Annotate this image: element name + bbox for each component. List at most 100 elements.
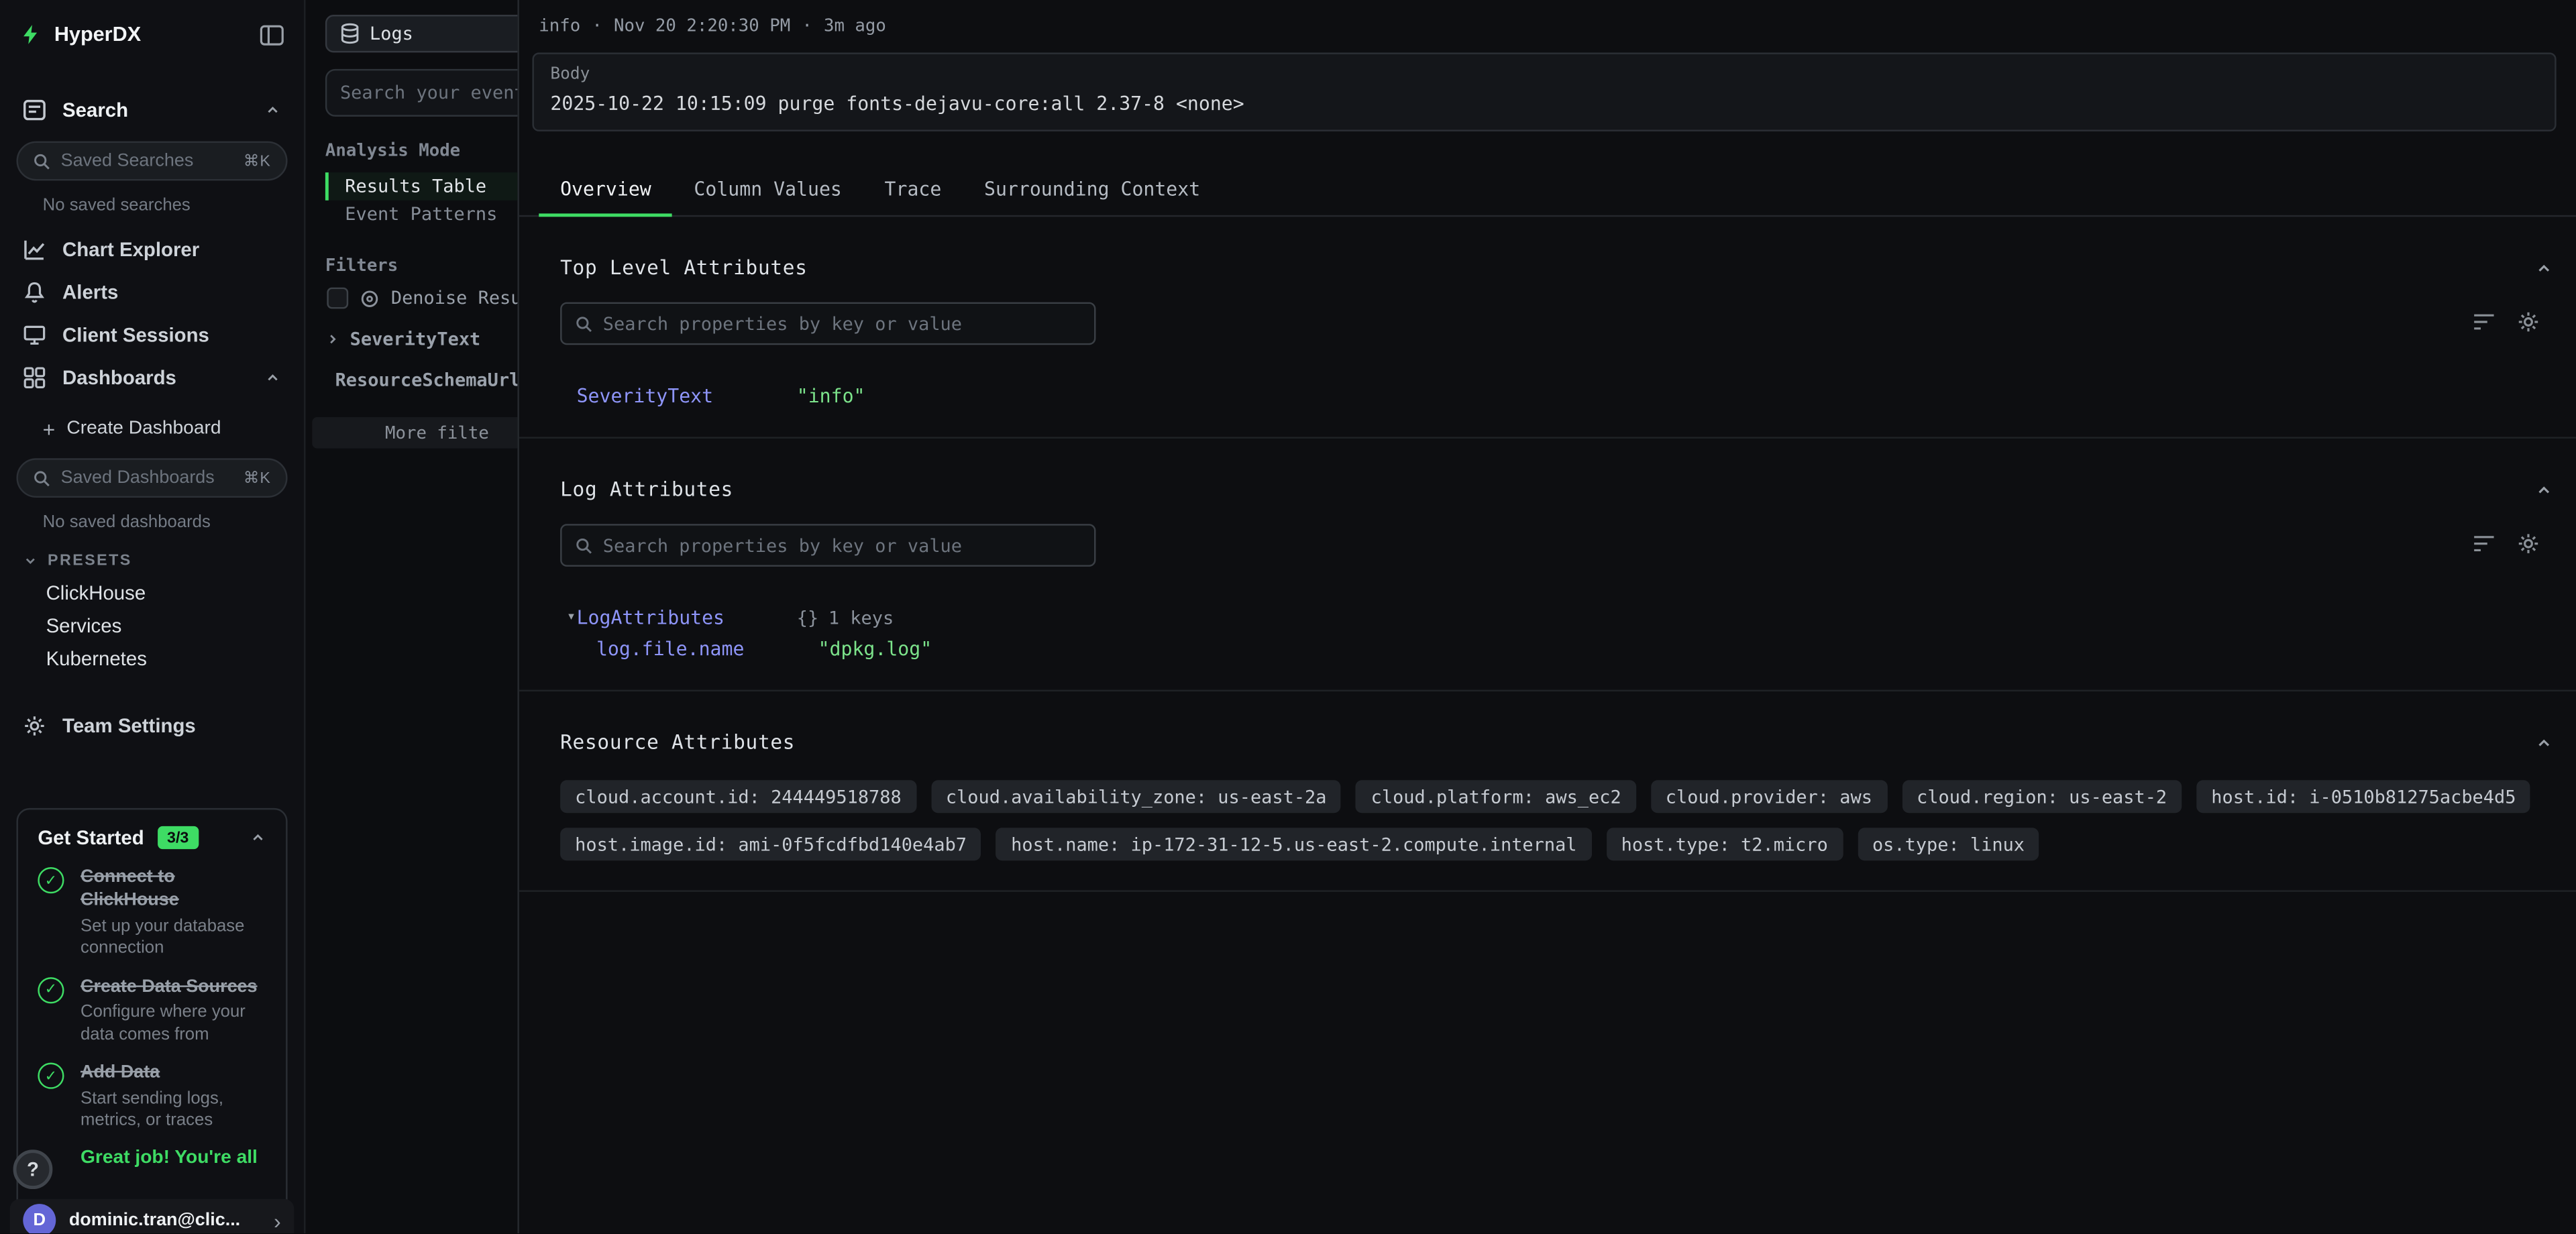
- resource-chip[interactable]: cloud.account.id: 244449518788: [560, 780, 916, 813]
- saved-dashboards-search[interactable]: ⌘K: [16, 458, 287, 498]
- attribute-row: log.file.name "dpkg.log": [519, 637, 2576, 660]
- attribute-row: SeverityText "info": [519, 384, 2576, 407]
- filter-group-severitytext[interactable]: SeverityText: [325, 329, 518, 350]
- tab-trace[interactable]: Trace: [863, 168, 963, 215]
- sidebar-item-alerts[interactable]: Alerts: [0, 271, 304, 314]
- source-selector-label: Logs: [370, 23, 413, 44]
- sidebar-item-services[interactable]: Services: [0, 610, 304, 642]
- search-icon: [575, 315, 593, 333]
- resource-chip[interactable]: host.id: i-0510b81275acbe4d5: [2196, 780, 2530, 813]
- help-button[interactable]: ?: [13, 1149, 53, 1189]
- sidebar-item-team-settings[interactable]: Team Settings: [0, 705, 304, 748]
- event-timestamp: Nov 20 2:20:30 PM: [614, 16, 790, 36]
- resource-chip[interactable]: cloud.platform: aws_ec2: [1356, 780, 1636, 813]
- tab-overview[interactable]: Overview: [539, 168, 672, 215]
- sidebar-item-dashboards[interactable]: Dashboards: [0, 356, 304, 399]
- resource-chip[interactable]: host.type: t2.micro: [1607, 828, 1843, 860]
- get-started-item-add-data[interactable]: ✓ Add Data Start sending logs, metrics, …: [38, 1062, 266, 1133]
- resource-chip[interactable]: host.name: ip-172-31-12-5.us-east-2.comp…: [996, 828, 1591, 860]
- get-started-card: Get Started 3/3 ✓ Connect to ClickHouse …: [16, 808, 287, 1215]
- section-title: Resource Attributes: [560, 731, 2535, 754]
- user-name: dominic.tran@clic...: [69, 1211, 261, 1230]
- chevron-up-icon: [264, 370, 280, 386]
- chevron-up-icon[interactable]: [250, 830, 266, 846]
- presets-toggle[interactable]: PRESETS: [23, 552, 304, 570]
- line-wrap-icon[interactable]: [2473, 312, 2496, 331]
- monitor-icon: [23, 323, 46, 346]
- line-wrap-icon[interactable]: [2473, 534, 2496, 553]
- saved-searches-input[interactable]: [61, 151, 234, 170]
- shortcut-badge: ⌘K: [244, 152, 271, 170]
- avatar: D: [23, 1204, 56, 1233]
- mode-results-table[interactable]: Results Table: [325, 172, 518, 201]
- more-filters-button[interactable]: More filte: [312, 417, 517, 449]
- tab-column-values[interactable]: Column Values: [673, 168, 863, 215]
- property-search-box[interactable]: [560, 524, 1095, 567]
- section-top-level-attributes: Top Level Attributes: [519, 217, 2576, 439]
- check-circle-icon: ✓: [38, 1064, 64, 1090]
- section-log-attributes: Log Attributes: [519, 439, 2576, 691]
- attribute-value[interactable]: "dpkg.log": [818, 637, 932, 660]
- sidebar-collapse-icon[interactable]: [260, 24, 284, 46]
- resource-chip[interactable]: cloud.availability_zone: us-east-2a: [931, 780, 1342, 813]
- brand-name: HyperDX: [54, 23, 248, 46]
- sidebar-item-label: Chart Explorer: [62, 238, 281, 261]
- sidebar-item-chart-explorer[interactable]: Chart Explorer: [0, 228, 304, 271]
- gear-icon[interactable]: [2517, 311, 2540, 333]
- saved-dashboards-input[interactable]: [61, 468, 234, 488]
- sidebar-item-kubernetes[interactable]: Kubernetes: [0, 642, 304, 675]
- mode-event-patterns[interactable]: Event Patterns: [325, 201, 518, 229]
- search-icon: [33, 152, 51, 170]
- section-title: Log Attributes: [560, 478, 2535, 501]
- chevron-right-icon: ›: [274, 1208, 281, 1233]
- sidebar-item-clickhouse[interactable]: ClickHouse: [0, 577, 304, 610]
- sidebar-item-label: Dashboards: [62, 366, 248, 389]
- get-started-item-subtitle: Set up your database connection: [80, 916, 266, 961]
- search-icon: [33, 469, 51, 487]
- tree-collapse-caret[interactable]: ▾: [567, 610, 577, 626]
- event-search-input[interactable]: [340, 82, 517, 103]
- denoise-results-checkbox[interactable]: Denoise Resul: [327, 288, 517, 309]
- attribute-value[interactable]: "info": [797, 384, 865, 407]
- gear-icon[interactable]: [2517, 532, 2540, 555]
- resource-chip[interactable]: cloud.region: us-east-2: [1902, 780, 2182, 813]
- get-started-item-title: Add Data: [80, 1062, 266, 1085]
- section-resource-attributes: Resource Attributes cloud.account.id: 24…: [519, 691, 2576, 892]
- denoise-label: Denoise Resul: [391, 288, 518, 309]
- sidebar-item-client-sessions[interactable]: Client Sessions: [0, 314, 304, 357]
- get-started-item-connect[interactable]: ✓ Connect to ClickHouse Set up your data…: [38, 866, 266, 961]
- attribute-key[interactable]: LogAttributes: [577, 606, 797, 629]
- collapse-section-icon[interactable]: [2535, 480, 2553, 498]
- property-search-input[interactable]: [603, 313, 1081, 335]
- collapse-section-icon[interactable]: [2535, 259, 2553, 277]
- attribute-tree-root: ▾ LogAttributes {} 1 keys: [519, 606, 2576, 629]
- resource-chip[interactable]: cloud.provider: aws: [1651, 780, 1887, 813]
- attribute-key[interactable]: SeverityText: [577, 384, 797, 407]
- check-circle-icon: ✓: [38, 977, 64, 1003]
- filter-group-resourceschemaurl[interactable]: ResourceSchemaUrl: [325, 370, 518, 391]
- detail-tabs: Overview Column Values Trace Surrounding…: [519, 168, 2576, 217]
- user-menu[interactable]: D dominic.tran@clic... › dominic.tran@cl…: [10, 1199, 294, 1233]
- property-search-input[interactable]: [603, 535, 1081, 556]
- attribute-key[interactable]: log.file.name: [596, 637, 818, 660]
- chart-icon: [23, 238, 46, 261]
- brand-row: HyperDX: [0, 0, 304, 69]
- relative-time: 3m ago: [824, 16, 886, 36]
- event-detail-panel: info · Nov 20 2:20:30 PM · 3m ago Body 2…: [517, 0, 2576, 1233]
- tab-surrounding-context[interactable]: Surrounding Context: [963, 168, 1222, 215]
- resource-chip[interactable]: host.image.id: ami-0f5fcdfbd140e4ab7: [560, 828, 981, 860]
- property-search-box[interactable]: [560, 302, 1095, 345]
- filters-label: Filters: [325, 256, 518, 276]
- source-selector-button[interactable]: Logs: [325, 15, 518, 52]
- collapse-section-icon[interactable]: [2535, 733, 2553, 751]
- sidebar-item-label: Team Settings: [62, 714, 281, 737]
- event-search-box[interactable]: [325, 69, 518, 117]
- checkbox[interactable]: [327, 288, 348, 309]
- presets-label: PRESETS: [48, 552, 132, 570]
- saved-searches-search[interactable]: ⌘K: [16, 142, 287, 181]
- key-count: 1 keys: [828, 607, 894, 628]
- get-started-item-data-sources[interactable]: ✓ Create Data Sources Configure where yo…: [38, 975, 266, 1047]
- resource-chip[interactable]: os.type: linux: [1858, 828, 2039, 860]
- sidebar-item-search[interactable]: Search: [0, 89, 304, 131]
- create-dashboard-button[interactable]: + Create Dashboard: [0, 409, 304, 449]
